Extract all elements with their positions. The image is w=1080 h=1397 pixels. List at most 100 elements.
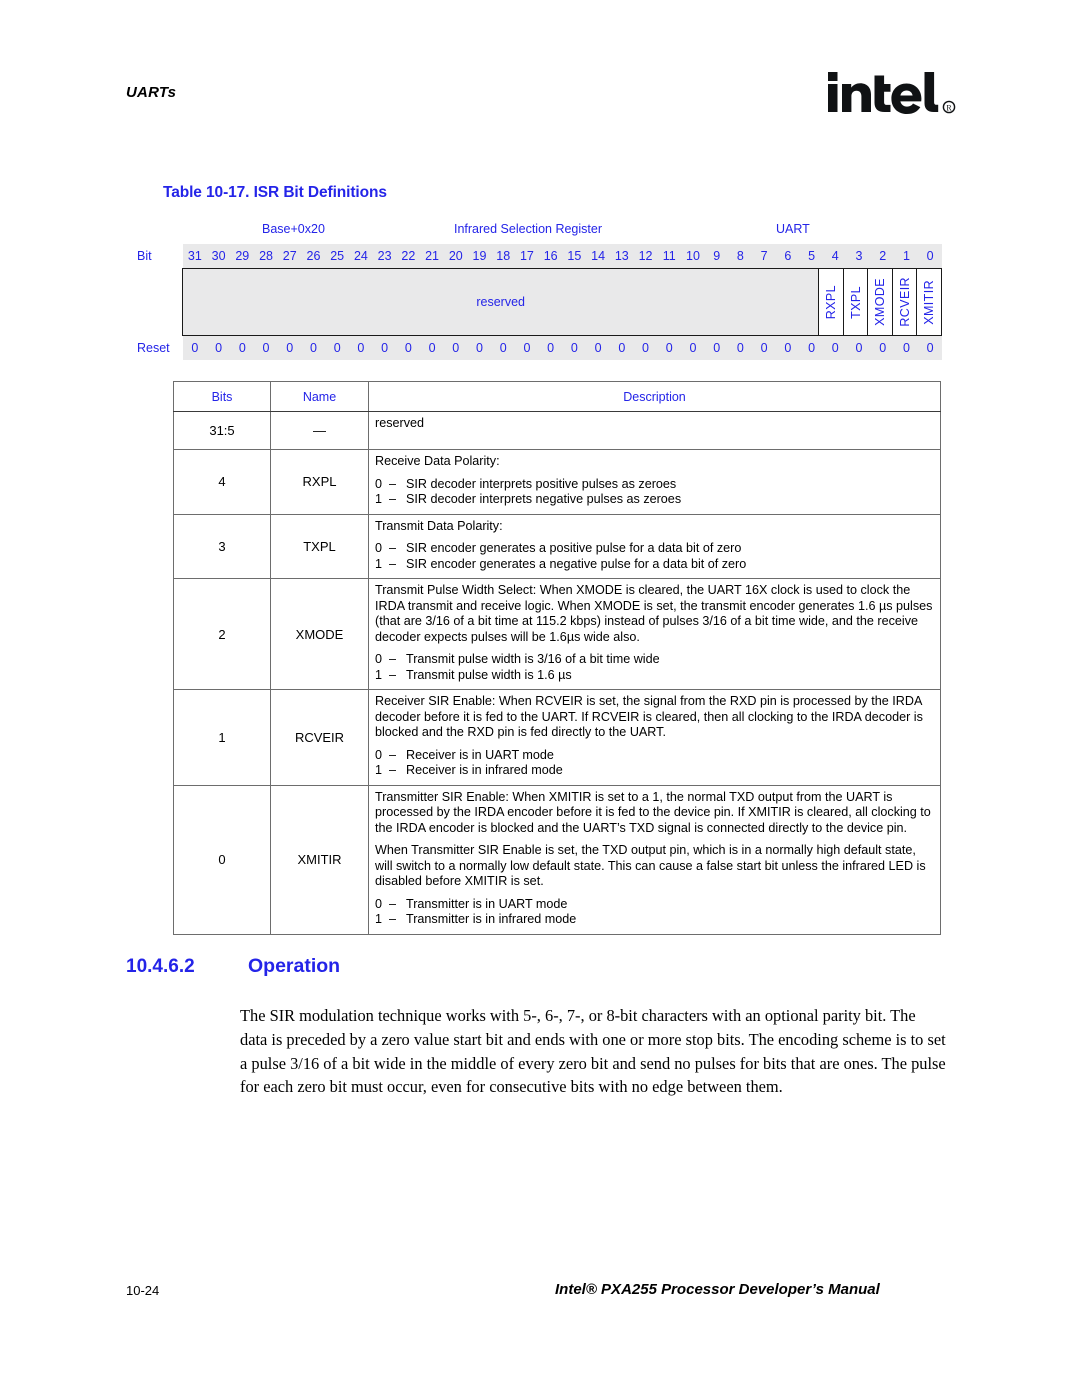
description-paragraph: Transmit Pulse Width Select: When XMODE … <box>375 583 933 644</box>
bit-value: 0 <box>375 747 383 762</box>
bit-value-option: 1– SIR encoder generates a negative pulse… <box>375 557 934 573</box>
bit-value-option: 1– Receiver is in infrared mode <box>375 763 934 779</box>
cell-name: — <box>270 411 369 450</box>
bit-number-23: 23 <box>377 249 392 263</box>
reset-value-bit-31: 0 <box>191 341 199 355</box>
bit-number-25: 25 <box>330 249 345 263</box>
bit-number-16: 16 <box>543 249 558 263</box>
bit-value-list: 0– Receiver is in UART mode 1– Receiver is … <box>375 748 934 779</box>
reset-value-bit-18: 0 <box>499 341 507 355</box>
reset-value-bit-25: 0 <box>333 341 341 355</box>
bit-value: 0 <box>375 476 383 491</box>
reset-value-bit-15: 0 <box>570 341 578 355</box>
cell-description: reserved <box>368 411 941 450</box>
bit-value-dash: – <box>389 747 397 762</box>
bit-value-text: Receiver is in UART mode <box>406 747 554 762</box>
bit-number-6: 6 <box>784 249 792 263</box>
description-paragraph: Transmit Data Polarity: <box>375 518 503 533</box>
description-paragraph: Receiver SIR Enable: When RCVEIR is set,… <box>375 694 923 739</box>
cell-description: Transmit Pulse Width Select: When XMODE … <box>368 578 941 690</box>
reset-value-bit-6: 0 <box>784 341 792 355</box>
bit-value-list: 0– Transmitter is in UART mode 1– Transmitt… <box>375 897 934 928</box>
reset-value-bit-0: 0 <box>926 341 934 355</box>
section-title: Operation <box>248 955 341 977</box>
register-field-txpl: TXPL <box>842 269 868 335</box>
section-number: 10.4.6.2 <box>126 956 195 977</box>
bit-number-18: 18 <box>496 249 511 263</box>
bit-number-31: 31 <box>187 249 202 263</box>
bit-number-cells: 31 30 29 28 27 26 25 24 23 22 21 20 19 18 17 16 15 14 13 12… <box>183 244 942 268</box>
cell-description: Transmit Data Polarity: 0– SIR encoder gen… <box>368 513 941 579</box>
register-field-label-rxpl: RXPL <box>824 284 839 320</box>
reset-value-bit-14: 0 <box>594 341 602 355</box>
cell-bits: 1 <box>173 689 271 786</box>
bit-number-24: 24 <box>353 249 368 263</box>
table-row: 3 TXPL Transmit Data Polarity: 0– SIR encode… <box>173 513 941 579</box>
reset-value-bit-8: 0 <box>736 341 744 355</box>
bit-number-5: 5 <box>808 249 816 263</box>
bit-number-0: 0 <box>926 249 934 263</box>
bit-value: 1 <box>375 763 383 777</box>
register-address: Base+0x20 <box>262 222 325 236</box>
bit-number-15: 15 <box>567 249 582 263</box>
cell-description: Receiver SIR Enable: When RCVEIR is set,… <box>368 689 941 786</box>
reset-value-bit-29: 0 <box>238 341 246 355</box>
register-name: Infrared Selection Register <box>454 222 602 236</box>
section-heading: 10.4.6.2 Operation <box>126 955 946 978</box>
bit-number-29: 29 <box>235 249 250 263</box>
reset-value-bit-26: 0 <box>309 341 317 355</box>
description-paragraph: When Transmitter SIR Enable is set, the … <box>375 843 926 888</box>
registered-mark-glyph: R <box>946 103 952 112</box>
bit-value-list: 0– SIR decoder interprets positive pulses… <box>375 477 934 508</box>
bit-table-head: Bits Name Description <box>173 381 941 412</box>
bit-value-dash: – <box>389 896 397 911</box>
bit-value-text: SIR encoder generates a negative pulse f… <box>406 556 747 571</box>
reset-value-bit-17: 0 <box>523 341 531 355</box>
bit-number-21: 21 <box>425 249 439 263</box>
bit-row-label: Bit <box>137 249 152 263</box>
bit-value-dash: – <box>389 541 397 555</box>
bit-number-1: 1 <box>902 249 910 263</box>
bit-value-option: 0– SIR decoder interprets positive pulses… <box>375 477 934 493</box>
register-field-label-xmitir: XMITIR <box>922 279 937 325</box>
bit-value-text: Transmitter is in UART mode <box>406 896 568 911</box>
reset-value-bit-22: 0 <box>404 341 412 355</box>
bit-value-dash: – <box>389 556 397 571</box>
bit-value: 1 <box>375 492 383 506</box>
bit-value-text: SIR decoder interprets negative pulses a… <box>406 492 682 506</box>
intel-logo: R <box>826 62 966 126</box>
bit-value-text: Transmit pulse width is 1.6 µs <box>406 667 572 682</box>
register-field-label-rcveir: RCVEIR <box>897 277 912 327</box>
bit-number-9: 9 <box>713 249 721 263</box>
table-row: 1 RCVEIR Receiver SIR Enable: When RCVEIR … <box>173 689 941 786</box>
cell-bits: 3 <box>173 513 271 579</box>
bit-value-option: 0– Receiver is in UART mode <box>375 748 934 764</box>
bit-value-option: 0– SIR encoder generates a positive pulse… <box>375 541 934 557</box>
register-field-box: reserved RXPL TXPL XMODE RCVEIR XMITIR <box>182 268 942 336</box>
bit-table-body: 31:5— reserved 4 RXPL Receive Data Polarity:… <box>173 411 941 935</box>
bit-value-list: 0– SIR encoder generates a positive pulse… <box>375 541 934 572</box>
register-field-xmitir: XMITIR <box>916 269 941 335</box>
cell-name: RCVEIR <box>270 689 369 786</box>
bit-value: 0 <box>375 896 383 911</box>
cell-name: TXPL <box>270 513 369 579</box>
table-row: 31:5— reserved <box>173 411 941 450</box>
bit-value-dash: – <box>389 492 397 506</box>
bit-number-20: 20 <box>448 249 463 263</box>
bit-value-text: Receiver is in infrared mode <box>406 763 563 777</box>
bit-value-dash: – <box>389 912 397 926</box>
reset-value-bit-19: 0 <box>476 341 483 355</box>
register-diagram-header: Base+0x20 Infrared Selection Register UA… <box>136 222 942 244</box>
bit-value-dash: – <box>389 667 397 682</box>
bit-value-option: 0– Transmit pulse width is 3/16 of a bit … <box>375 652 934 668</box>
reset-value-bit-10: 0 <box>689 341 697 355</box>
bit-value: 1 <box>375 667 383 682</box>
bit-value: 1 <box>375 912 383 926</box>
bit-value: 1 <box>375 556 383 571</box>
reset-row-label: Reset <box>137 341 170 355</box>
register-field-box-wrapper: reserved RXPL TXPL XMODE RCVEIR XMITIR <box>136 268 942 336</box>
cell-name: RXPL <box>270 449 369 515</box>
bit-number-28: 28 <box>259 249 273 263</box>
reset-value-bit-3: 0 <box>855 341 863 355</box>
description-paragraph: Transmitter SIR Enable: When XMITIR is s… <box>375 789 931 835</box>
